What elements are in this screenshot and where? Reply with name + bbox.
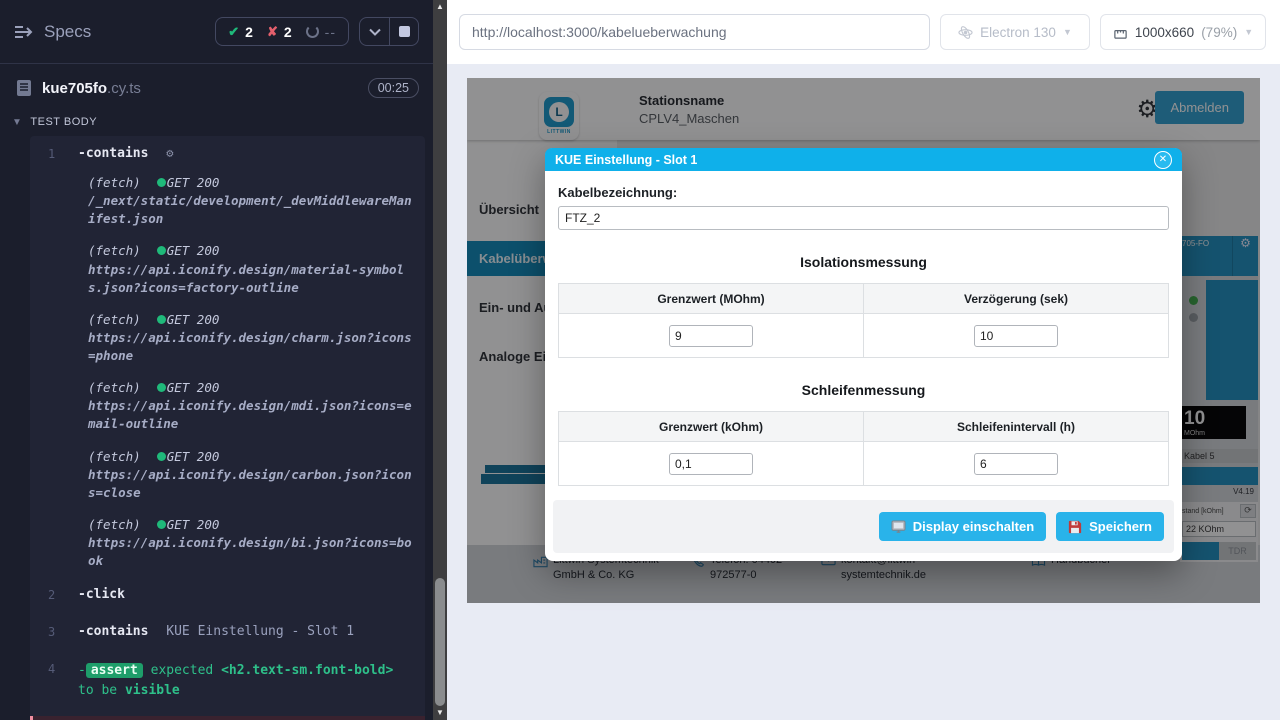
- test-stats: ✔ 2 ✘ 2 --: [215, 17, 349, 46]
- specs-title[interactable]: Specs: [44, 22, 91, 42]
- kue-settings-modal: KUE Einstellung - Slot 1 ✕ Kabelbezeichn…: [545, 148, 1182, 561]
- check-icon: ✔: [228, 24, 239, 40]
- command-method: -contains: [78, 146, 148, 161]
- failed-stat: ✘ 2: [267, 24, 292, 40]
- status-dot-icon: [157, 383, 166, 392]
- app-under-test: L LITTWIN Stationsname CPLV4_Maschen ⚙ A…: [467, 78, 1260, 603]
- iso-limit-input[interactable]: [669, 325, 753, 347]
- status-dot-icon: [157, 520, 166, 529]
- browser-select[interactable]: Electron 130 ▼: [940, 14, 1090, 50]
- close-icon[interactable]: ✕: [1154, 151, 1172, 169]
- spec-duration: 00:25: [368, 78, 419, 98]
- loop-col2-header: Schleifenintervall (h): [864, 412, 1169, 442]
- passed-stat: ✔ 2: [228, 24, 253, 40]
- loop-section-title: Schleifenmessung: [558, 382, 1169, 398]
- fetch-url: /_next/static/development/_devMiddleware…: [88, 193, 412, 226]
- scroll-down-icon[interactable]: ▼: [436, 706, 444, 720]
- assert-badge: assert: [86, 663, 143, 678]
- url-bar[interactable]: [459, 14, 930, 50]
- x-icon: ✘: [267, 24, 278, 40]
- scrollbar-thumb[interactable]: [435, 578, 445, 706]
- fetch-url: https://api.iconify.design/mdi.json?icon…: [88, 398, 412, 431]
- reporter-header: Specs ✔ 2 ✘ 2 --: [0, 0, 433, 64]
- command-arg: KUE Einstellung - Slot 1: [166, 624, 354, 639]
- fetch-url: https://api.iconify.design/material-symb…: [88, 262, 404, 295]
- fetch-url: https://api.iconify.design/carbon.json?i…: [88, 467, 412, 500]
- stage: Electron 130 ▼ 1000x660 (79%) ▼ L LITTWI…: [447, 0, 1280, 720]
- failed-command-row[interactable]: 5 -contains ✕ 0: [30, 716, 425, 720]
- modal-footer: Display einschalten Speichern: [553, 500, 1174, 553]
- command-method: -contains: [78, 624, 148, 639]
- command-log: 1 -contains ⚙ (fetch)GET 200 /_next/stat…: [30, 136, 425, 720]
- monitor-icon: [891, 520, 906, 534]
- modal-title: KUE Einstellung - Slot 1: [555, 153, 697, 167]
- cable-name-label: Kabelbezeichnung:: [558, 185, 1169, 200]
- status-dot-icon: [157, 315, 166, 324]
- gear-icon: ⚙: [166, 146, 173, 160]
- browser-topbar: Electron 130 ▼ 1000x660 (79%) ▼: [447, 0, 1280, 64]
- run-controls: [359, 17, 419, 46]
- status-dot-icon: [157, 178, 166, 187]
- save-button[interactable]: Speichern: [1056, 512, 1164, 541]
- stop-button[interactable]: [389, 18, 418, 45]
- viewport-select[interactable]: 1000x660 (79%) ▼: [1100, 14, 1266, 50]
- spec-row[interactable]: kue705fo.cy.ts 00:25: [0, 64, 433, 110]
- viewport-zoom: (79%): [1201, 25, 1237, 40]
- fetch-url: https://api.iconify.design/charm.json?ic…: [88, 330, 412, 363]
- chevron-down-icon: ▼: [12, 117, 22, 128]
- iso-delay-input[interactable]: [974, 325, 1058, 347]
- fetch-log[interactable]: (fetch)GET 200 /_next/static/development…: [30, 167, 425, 235]
- electron-icon: [958, 25, 973, 40]
- url-input[interactable]: [460, 24, 929, 40]
- fetch-log[interactable]: (fetch)GET 200 https://api.iconify.desig…: [30, 304, 425, 372]
- command-method: -click: [78, 587, 125, 602]
- test-body-section-header[interactable]: ▼ TEST BODY: [0, 110, 433, 136]
- spinner-icon: [306, 25, 319, 38]
- scroll-up-icon[interactable]: ▲: [436, 0, 444, 14]
- floppy-icon: [1068, 520, 1082, 534]
- assert-row[interactable]: 4 ‑assert expected <h2.text-sm.font-bold…: [30, 655, 425, 706]
- cypress-reporter: Specs ✔ 2 ✘ 2 --: [0, 0, 433, 720]
- specs-menu-icon[interactable]: [14, 24, 34, 40]
- loop-limit-input[interactable]: [669, 453, 753, 475]
- pending-stat: --: [306, 24, 336, 40]
- fetch-log[interactable]: (fetch)GET 200 https://api.iconify.desig…: [30, 235, 425, 303]
- isolation-table: Grenzwert (MOhm) Verzögerung (sek): [558, 283, 1169, 358]
- page: Specs ✔ 2 ✘ 2 --: [0, 0, 1280, 720]
- isolation-section-title: Isolationsmessung: [558, 254, 1169, 270]
- chevron-down-icon: ▼: [1244, 27, 1253, 37]
- fetch-url: https://api.iconify.design/bi.json?icons…: [88, 535, 412, 568]
- iso-col2-header: Verzögerung (sek): [864, 284, 1169, 314]
- status-dot-icon: [157, 246, 166, 255]
- cable-name-input[interactable]: [558, 206, 1169, 230]
- reporter-scrollbar[interactable]: ▲ ▼: [433, 0, 447, 720]
- command-row[interactable]: 1 -contains ⚙: [30, 140, 425, 167]
- fetch-log[interactable]: (fetch)GET 200 https://api.iconify.desig…: [30, 441, 425, 509]
- chevron-down-icon: ▼: [1063, 27, 1072, 37]
- spec-name: kue705fo.cy.ts: [42, 80, 141, 97]
- loop-col1-header: Grenzwert (kOhm): [559, 412, 864, 442]
- fetch-log[interactable]: (fetch)GET 200 https://api.iconify.desig…: [30, 509, 425, 577]
- collapse-button[interactable]: [360, 18, 389, 45]
- spec-file-icon: [16, 79, 32, 97]
- iso-col1-header: Grenzwert (MOhm): [559, 284, 864, 314]
- loop-interval-input[interactable]: [974, 453, 1058, 475]
- assert-element: <h2.text-sm.font-bold>: [221, 663, 393, 678]
- modal-titlebar: KUE Einstellung - Slot 1 ✕: [545, 148, 1182, 171]
- display-on-button[interactable]: Display einschalten: [879, 512, 1046, 541]
- ruler-icon: [1113, 25, 1128, 40]
- status-dot-icon: [157, 452, 166, 461]
- loop-table: Grenzwert (kOhm) Schleifenintervall (h): [558, 411, 1169, 486]
- command-row[interactable]: 3 -contains KUE Einstellung - Slot 1: [30, 618, 425, 645]
- command-row[interactable]: 2 -click: [30, 581, 425, 608]
- fetch-log[interactable]: (fetch)GET 200 https://api.iconify.desig…: [30, 372, 425, 440]
- stop-icon: [399, 26, 410, 37]
